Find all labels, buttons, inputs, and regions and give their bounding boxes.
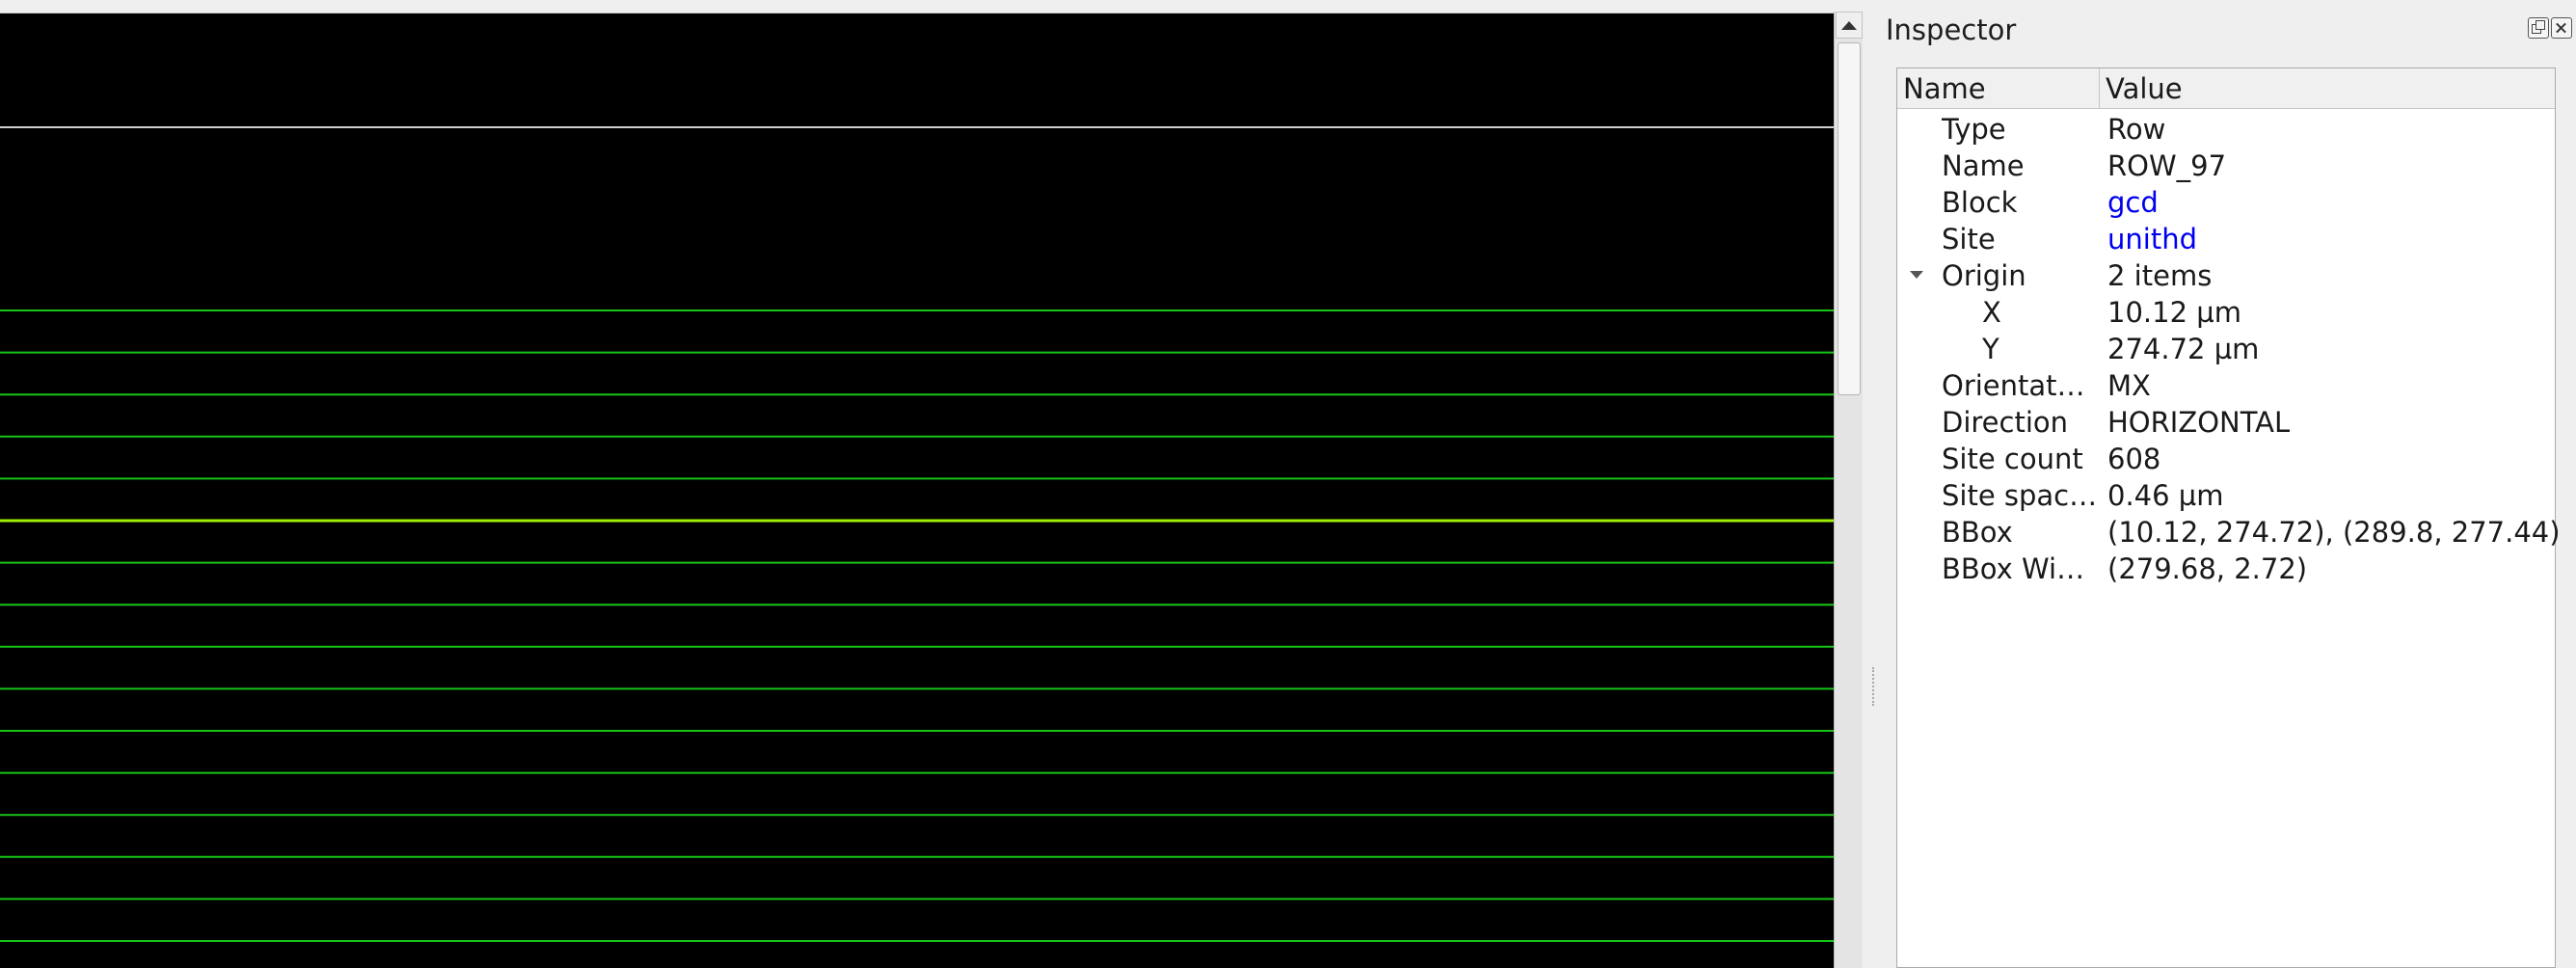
close-icon[interactable] <box>2551 17 2572 39</box>
tree-row[interactable]: Site spac… 0.46 µm <box>1897 477 2555 514</box>
property-name: Site spac… <box>1942 479 2098 512</box>
property-value: 0.46 µm <box>2107 479 2224 512</box>
property-value-link[interactable]: unithd <box>2107 221 2197 257</box>
property-value-link[interactable]: gcd <box>2107 184 2159 221</box>
property-value: (279.68, 2.72) <box>2107 552 2308 585</box>
splitter-grip-icon <box>1872 667 1874 706</box>
property-value: (10.12, 274.72), (289.8, 277.44) <box>2107 516 2561 549</box>
property-name: Orientat… <box>1942 369 2085 402</box>
tree-rows: Type Row Name ROW_97 Block gcd Site unithd Origi… <box>1897 111 2561 587</box>
scrollbar-thumb[interactable] <box>1838 42 1861 395</box>
tree-row[interactable]: Direction HORIZONTAL <box>1897 404 2555 441</box>
app-window: Inspector Name Value Type Row Name ROW_97 Bl… <box>0 0 2576 968</box>
property-name: BBox Wi… <box>1942 552 2085 585</box>
property-value: Row <box>2107 113 2166 146</box>
column-header-value[interactable]: Value <box>2100 68 2555 109</box>
canvas-vertical-scrollbar[interactable] <box>1834 12 1863 968</box>
inspector-dock: Inspector Name Value Type Row Name ROW_97 Bl… <box>1886 12 2576 968</box>
layout-rows-drawing <box>0 126 1834 942</box>
tree-row[interactable]: X 10.12 µm <box>1897 294 2555 331</box>
float-icon[interactable] <box>2528 17 2549 39</box>
tree-row[interactable]: BBox (10.12, 274.72), (289.8, 277.44) <box>1897 514 2561 551</box>
column-header-name[interactable]: Name <box>1897 68 2100 109</box>
tree-row[interactable]: Site count 608 <box>1897 441 2555 477</box>
property-name: Site <box>1942 223 1996 255</box>
tree-header: Name Value <box>1897 68 2555 109</box>
tree-row[interactable]: Y 274.72 µm <box>1897 331 2555 367</box>
tree-row[interactable]: Block gcd <box>1897 184 2555 221</box>
dock-splitter[interactable] <box>1863 12 1886 968</box>
tree-row[interactable]: BBox Wi… (279.68, 2.72) <box>1897 551 2555 587</box>
property-value: ROW_97 <box>2107 149 2227 182</box>
property-name: BBox <box>1942 516 2013 549</box>
property-value: 274.72 µm <box>2107 333 2260 365</box>
property-value: 10.12 µm <box>2107 296 2241 329</box>
inspector-title: Inspector <box>1886 13 2017 46</box>
property-value: 608 <box>2107 443 2161 475</box>
property-name: Direction <box>1942 406 2069 439</box>
property-name: Type <box>1942 113 2006 146</box>
property-name: Block <box>1942 186 2018 219</box>
inspector-tree[interactable]: Name Value Type Row Name ROW_97 Block gcd Site… <box>1896 67 2561 968</box>
tree-row[interactable]: Site unithd <box>1897 221 2555 257</box>
property-value: MX <box>2107 369 2151 402</box>
scroll-up-button[interactable] <box>1836 12 1863 39</box>
property-name: Origin <box>1942 259 2026 292</box>
tree-row[interactable]: Orientat… MX <box>1897 367 2555 404</box>
layout-canvas[interactable] <box>0 13 1834 968</box>
property-name: Name <box>1942 149 2025 182</box>
property-value: 2 items <box>2107 259 2213 292</box>
tree-row[interactable]: Type Row <box>1897 111 2555 148</box>
property-name: Site count <box>1942 443 2083 475</box>
property-value: HORIZONTAL <box>2107 406 2291 439</box>
expand-arrow-icon[interactable] <box>1910 271 1923 279</box>
tree-row[interactable]: Origin 2 items <box>1897 257 2555 294</box>
tree-row[interactable]: Name ROW_97 <box>1897 148 2555 184</box>
arrow-up-icon <box>1841 20 1857 30</box>
